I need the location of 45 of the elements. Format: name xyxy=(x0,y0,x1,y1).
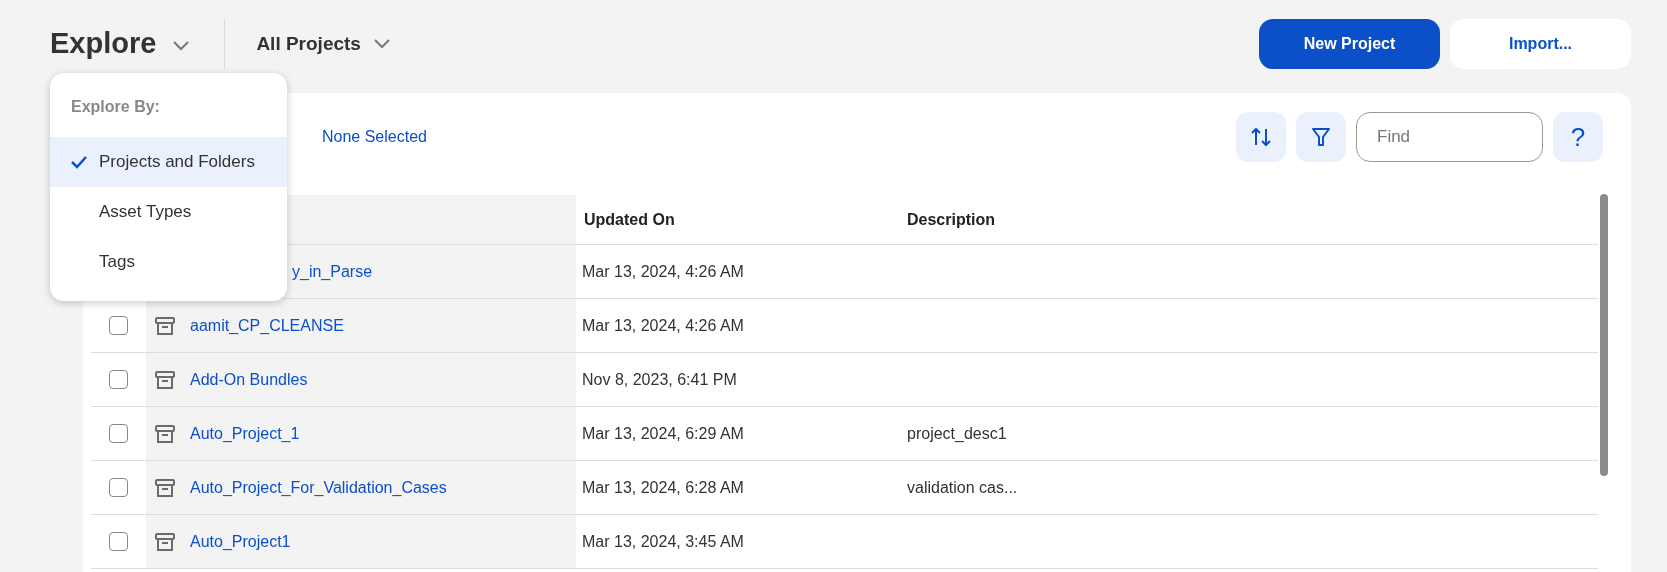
check-icon xyxy=(71,155,87,169)
table-cell-text: project_desc1 xyxy=(907,423,1007,444)
project-link[interactable]: Auto_Project_For_Validation_Cases xyxy=(190,475,447,500)
row-checkbox[interactable] xyxy=(109,316,128,335)
row-checkbox[interactable] xyxy=(109,532,128,551)
chevron-down-icon xyxy=(172,41,191,51)
table-cell-text: Mar 13, 2024, 4:26 AM xyxy=(582,261,744,282)
row-checkbox[interactable] xyxy=(109,424,128,443)
archive-box-icon xyxy=(154,314,176,337)
row-checkbox[interactable] xyxy=(109,370,128,389)
menu-item[interactable]: Tags xyxy=(50,237,287,287)
table-cell-text: Mar 13, 2024, 6:29 AM xyxy=(582,423,744,444)
table-cell-text: Nov 8, 2023, 6:41 PM xyxy=(582,369,737,390)
sort-button[interactable] xyxy=(1236,112,1286,162)
help-button[interactable]: ? xyxy=(1553,112,1603,162)
column-header[interactable]: Description xyxy=(907,207,995,232)
table-cell-text: validation cas... xyxy=(907,477,1018,498)
column-header[interactable]: Updated On xyxy=(584,207,675,232)
menu-item[interactable]: Asset Types xyxy=(50,187,287,237)
chevron-down-icon xyxy=(372,39,391,49)
import-button[interactable]: Import... xyxy=(1450,19,1631,69)
project-link[interactable]: Auto_Project1 xyxy=(190,529,291,554)
table-cell-text: Mar 13, 2024, 6:28 AM xyxy=(582,477,744,498)
archive-box-icon xyxy=(154,476,176,499)
filter-icon xyxy=(1310,126,1332,148)
filter-button[interactable] xyxy=(1296,112,1346,162)
archive-box-icon xyxy=(154,422,176,445)
project-link[interactable]: aamit_CP_CLEANSE xyxy=(190,313,344,338)
menu-item[interactable]: Projects and Folders xyxy=(50,137,287,187)
scrollbar-thumb[interactable] xyxy=(1600,194,1608,476)
find-field[interactable]: Find xyxy=(1356,112,1543,162)
menu-heading: Explore By: xyxy=(71,98,160,115)
archive-box-icon xyxy=(154,530,176,553)
project-link[interactable]: Auto_Project_1 xyxy=(190,421,300,446)
table-cell-text: Mar 13, 2024, 3:45 AM xyxy=(582,531,744,552)
row-checkbox[interactable] xyxy=(109,478,128,497)
selection-status: None Selected xyxy=(322,127,427,147)
scope-dropdown[interactable]: All Projects xyxy=(256,29,391,59)
table-cell-text: Mar 13, 2024, 4:26 AM xyxy=(582,315,744,336)
archive-box-icon xyxy=(154,368,176,391)
new-project-button[interactable]: New Project xyxy=(1259,19,1440,69)
project-link[interactable]: y_in_Parse xyxy=(292,259,373,284)
sort-arrows-icon xyxy=(1249,125,1273,149)
page-title: Explore xyxy=(50,26,157,62)
project-link[interactable]: Add-On Bundles xyxy=(190,367,308,392)
